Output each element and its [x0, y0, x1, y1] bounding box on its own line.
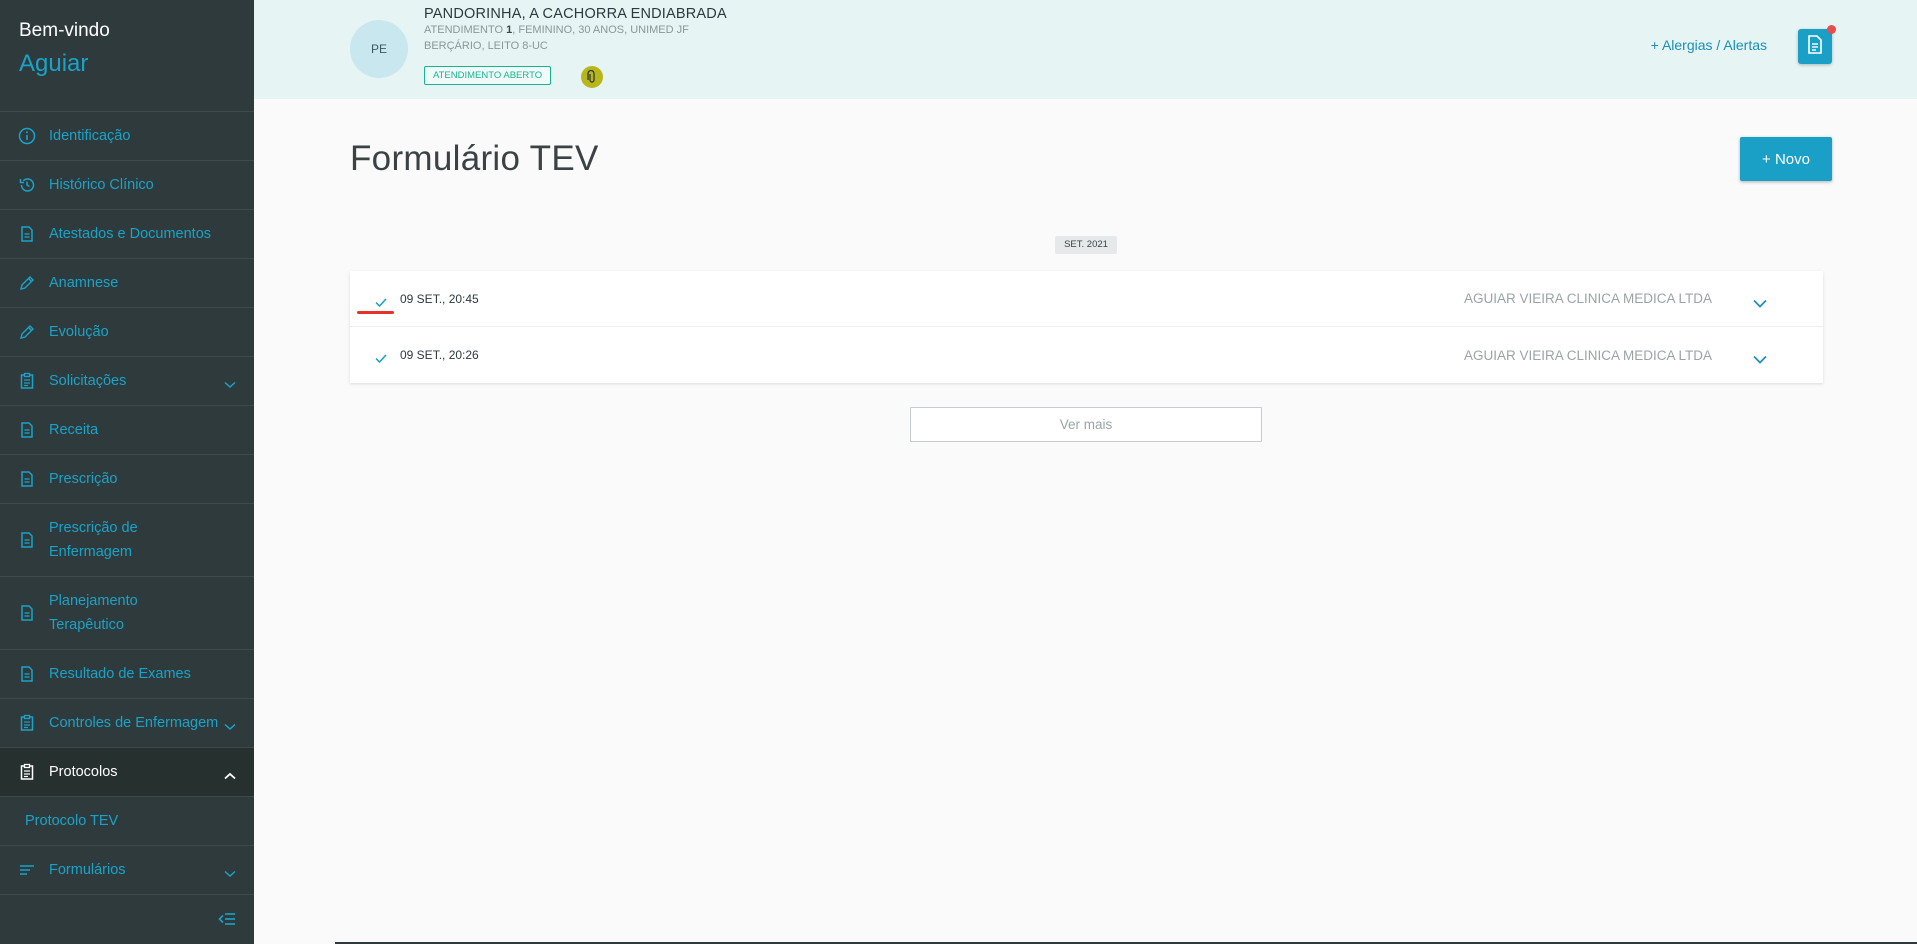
- document-icon: [18, 531, 36, 549]
- sidebar-item-label: Histórico Clínico: [49, 177, 154, 193]
- list-item[interactable]: 09 SET., 20:26 AGUIAR VIEIRA CLINICA MED…: [350, 327, 1823, 383]
- info-rest: , FEMININO, 30 ANOS, UNIMED JF: [512, 24, 689, 36]
- clipboard-icon: [18, 372, 36, 390]
- document-icon: [18, 421, 36, 439]
- sidebar-item-label: Anamnese: [49, 275, 119, 291]
- notification-dot: [1827, 25, 1836, 34]
- sidebar-item-solicitacoes[interactable]: Solicitações: [0, 357, 254, 406]
- patient-location: BERÇÁRIO, LEITO 8-UC: [424, 40, 548, 52]
- sidebar-item-controles-enfermagem[interactable]: Controles de Enfermagem: [0, 699, 254, 748]
- sidebar-item-label: Evolução: [49, 324, 109, 340]
- list-icon: [18, 861, 36, 879]
- document-icon: [18, 604, 36, 622]
- sidebar-item-protocolos[interactable]: Protocolos: [0, 748, 254, 797]
- patient-info: ATENDIMENTO 1, FEMININO, 30 ANOS, UNIMED…: [424, 24, 689, 36]
- sidebar-item-label: Atestados e Documentos: [49, 226, 212, 242]
- patient-name: PANDORINHA, A CACHORRA ENDIABRADA: [424, 6, 727, 22]
- sidebar: Bem-vindo Aguiar Identificação Histórico…: [0, 0, 254, 944]
- list-item-organization: AGUIAR VIEIRA CLINICA MEDICA LTDA: [1463, 291, 1712, 306]
- document-icon: [18, 470, 36, 488]
- pencil-icon: [18, 323, 36, 341]
- sidebar-item-identificacao[interactable]: Identificação: [0, 112, 254, 161]
- sidebar-item-label: Formulários: [49, 862, 126, 878]
- list-item[interactable]: 09 SET., 20:45 AGUIAR VIEIRA CLINICA MED…: [350, 271, 1823, 327]
- check-icon: [375, 350, 387, 364]
- sidebar-item-prescricao-enfermagem[interactable]: Prescrição de Enfermagem: [0, 504, 254, 577]
- sidebar-item-resultado-exames[interactable]: Resultado de Exames: [0, 650, 254, 699]
- new-form-button[interactable]: + Novo: [1740, 137, 1832, 181]
- form-list: 09 SET., 20:45 AGUIAR VIEIRA CLINICA MED…: [350, 271, 1823, 383]
- ver-mais-button[interactable]: Ver mais: [910, 407, 1262, 442]
- sidebar-item-formularios[interactable]: Formulários: [0, 846, 254, 895]
- sidebar-item-label: Receita: [49, 422, 99, 438]
- list-item-datetime: 09 SET., 20:26: [400, 348, 479, 362]
- welcome-text: Bem-vindo: [19, 20, 110, 41]
- chevron-up-icon: [224, 768, 236, 780]
- sidebar-item-label: Solicitações: [49, 373, 127, 389]
- documents-button[interactable]: [1798, 25, 1836, 64]
- clipboard-icon: [18, 714, 36, 732]
- patient-header: PE PANDORINHA, A CACHORRA ENDIABRADA ATE…: [254, 0, 1917, 99]
- document-icon: [1807, 34, 1823, 59]
- sidebar-item-prescricao[interactable]: Prescrição: [0, 455, 254, 504]
- sidebar-item-label: Prescrição de Enfermagem: [49, 520, 138, 560]
- sidebar-subitem-protocolo-tev[interactable]: Protocolo TEV: [0, 797, 254, 846]
- chevron-down-icon[interactable]: [1753, 351, 1767, 364]
- list-item-datetime: 09 SET., 20:45: [400, 291, 479, 306]
- sidebar-item-atestados[interactable]: Atestados e Documentos: [0, 210, 254, 259]
- status-badge: ATENDIMENTO ABERTO: [424, 66, 552, 85]
- document-icon: [18, 665, 36, 683]
- sidebar-item-label: Protocolos: [49, 764, 118, 780]
- sidebar-item-label: Planejamento Terapêutico: [49, 593, 138, 633]
- sidebar-item-receita[interactable]: Receita: [0, 406, 254, 455]
- sidebar-item-evolucao[interactable]: Evolução: [0, 308, 254, 357]
- paperclip-icon[interactable]: [581, 66, 603, 88]
- chevron-down-icon: [224, 719, 236, 731]
- chevron-down-icon: [224, 866, 236, 878]
- check-icon: [375, 294, 387, 308]
- avatar: PE: [350, 20, 408, 78]
- month-chip: SET. 2021: [1055, 236, 1117, 254]
- sidebar-item-anamnese[interactable]: Anamnese: [0, 259, 254, 308]
- sidebar-item-label: Identificação: [49, 128, 131, 144]
- clipboard-icon: [18, 763, 36, 781]
- chevron-down-icon[interactable]: [1753, 295, 1767, 308]
- alergias-alertas-link[interactable]: + Alergias / Alertas: [1651, 37, 1767, 53]
- chevron-down-icon: [224, 377, 236, 389]
- sidebar-item-label: Resultado de Exames: [49, 666, 191, 682]
- document-icon: [18, 225, 36, 243]
- sidebar-item-label: Controles de Enfermagem: [49, 715, 219, 731]
- pencil-icon: [18, 274, 36, 292]
- info-icon: [18, 127, 36, 145]
- page-title: Formulário TEV: [350, 139, 599, 178]
- collapse-sidebar-icon[interactable]: [218, 912, 236, 926]
- sidebar-item-planejamento[interactable]: Planejamento Terapêutico: [0, 577, 254, 650]
- list-item-organization: AGUIAR VIEIRA CLINICA MEDICA LTDA: [1463, 347, 1712, 363]
- sidebar-item-historico[interactable]: Histórico Clínico: [0, 161, 254, 210]
- info-prefix: ATENDIMENTO: [424, 24, 507, 36]
- welcome-block: Bem-vindo Aguiar: [0, 0, 254, 112]
- sidebar-item-label: Prescrição: [49, 471, 118, 487]
- red-underline-mark: [357, 311, 394, 314]
- user-name: Aguiar: [19, 50, 89, 77]
- history-icon: [18, 176, 36, 194]
